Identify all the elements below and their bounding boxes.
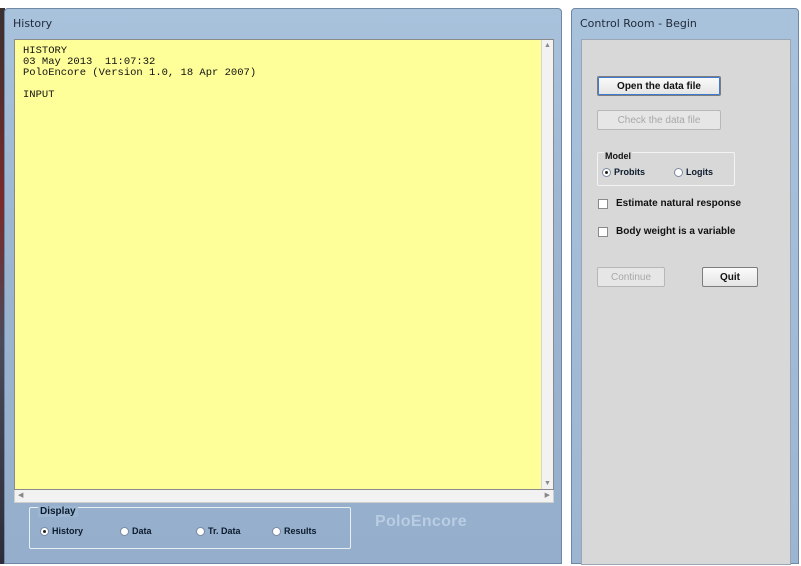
display-radio-row: History Data Tr. Data Results	[40, 526, 348, 536]
radio-icon[interactable]	[120, 526, 129, 536]
display-radio-data[interactable]: Data	[120, 526, 196, 536]
history-title: History	[13, 17, 53, 30]
quit-button[interactable]: Quit	[702, 267, 758, 287]
app-watermark: PoloEncore	[375, 513, 467, 530]
control-title: Control Room - Begin	[580, 17, 697, 30]
display-radio-tr-data[interactable]: Tr. Data	[196, 526, 272, 536]
radio-icon[interactable]	[196, 526, 205, 536]
radio-icon[interactable]	[674, 167, 683, 177]
control-titlebar[interactable]: Control Room - Begin	[572, 9, 798, 37]
history-titlebar[interactable]: History	[5, 9, 561, 37]
body-weight-variable-checkbox[interactable]: Body weight is a variable	[598, 226, 735, 237]
checkbox-icon[interactable]	[598, 226, 608, 237]
history-line: INPUT	[23, 89, 55, 101]
checkbox-label: Body weight is a variable	[616, 226, 736, 237]
display-radio-results[interactable]: Results	[272, 526, 348, 536]
radio-label: Tr. Data	[208, 526, 241, 536]
model-radio-logits[interactable]: Logits	[674, 167, 734, 177]
history-line: PoloEncore (Version 1.0, 18 Apr 2007)	[23, 67, 257, 79]
radio-label: Results	[284, 526, 317, 536]
checkbox-label: Estimate natural response	[616, 198, 742, 209]
scroll-up-icon[interactable]: ▲	[544, 42, 551, 49]
display-group-label: Display	[38, 506, 78, 517]
radio-label: Probits	[614, 167, 646, 177]
history-window: History HISTORY 03 May 2013 11:07:32 PoloE…	[4, 8, 562, 564]
display-radio-history[interactable]: History	[40, 526, 120, 536]
model-group: Model Probits Logits	[597, 151, 735, 186]
scroll-down-icon[interactable]: ▼	[544, 480, 551, 487]
control-room-window: Control Room - Begin Open the data file …	[571, 8, 799, 565]
scroll-right-icon[interactable]: ▶	[545, 491, 550, 499]
display-group: Display History Data Tr. Data Results	[29, 506, 351, 549]
radio-selected-icon[interactable]	[40, 526, 49, 536]
radio-icon[interactable]	[272, 526, 281, 536]
history-line	[23, 79, 256, 90]
open-data-file-button[interactable]: Open the data file	[597, 76, 721, 96]
history-text-area[interactable]: HISTORY 03 May 2013 11:07:32 PoloEncore (V…	[14, 39, 554, 490]
check-data-file-button[interactable]: Check the data file	[597, 110, 721, 130]
radio-label: Logits	[686, 167, 713, 177]
checkbox-icon[interactable]	[598, 198, 608, 209]
radio-label: Data	[132, 526, 152, 536]
model-group-label: Model	[604, 151, 632, 161]
model-radio-row: Probits Logits	[602, 167, 734, 177]
vertical-scrollbar[interactable]: ▲ ▼	[541, 40, 553, 489]
history-log: HISTORY 03 May 2013 11:07:32 PoloEncore (V…	[23, 46, 256, 101]
scroll-left-icon[interactable]: ◀	[18, 491, 23, 499]
control-panel: Open the data file Check the data file M…	[581, 39, 791, 565]
estimate-natural-response-checkbox[interactable]: Estimate natural response	[598, 198, 741, 209]
radio-label: History	[52, 526, 84, 536]
continue-button[interactable]: Continue	[597, 267, 665, 287]
radio-selected-icon[interactable]	[602, 167, 611, 177]
horizontal-scrollbar[interactable]: ◀ ▶	[14, 490, 554, 503]
model-radio-probits[interactable]: Probits	[602, 167, 674, 177]
